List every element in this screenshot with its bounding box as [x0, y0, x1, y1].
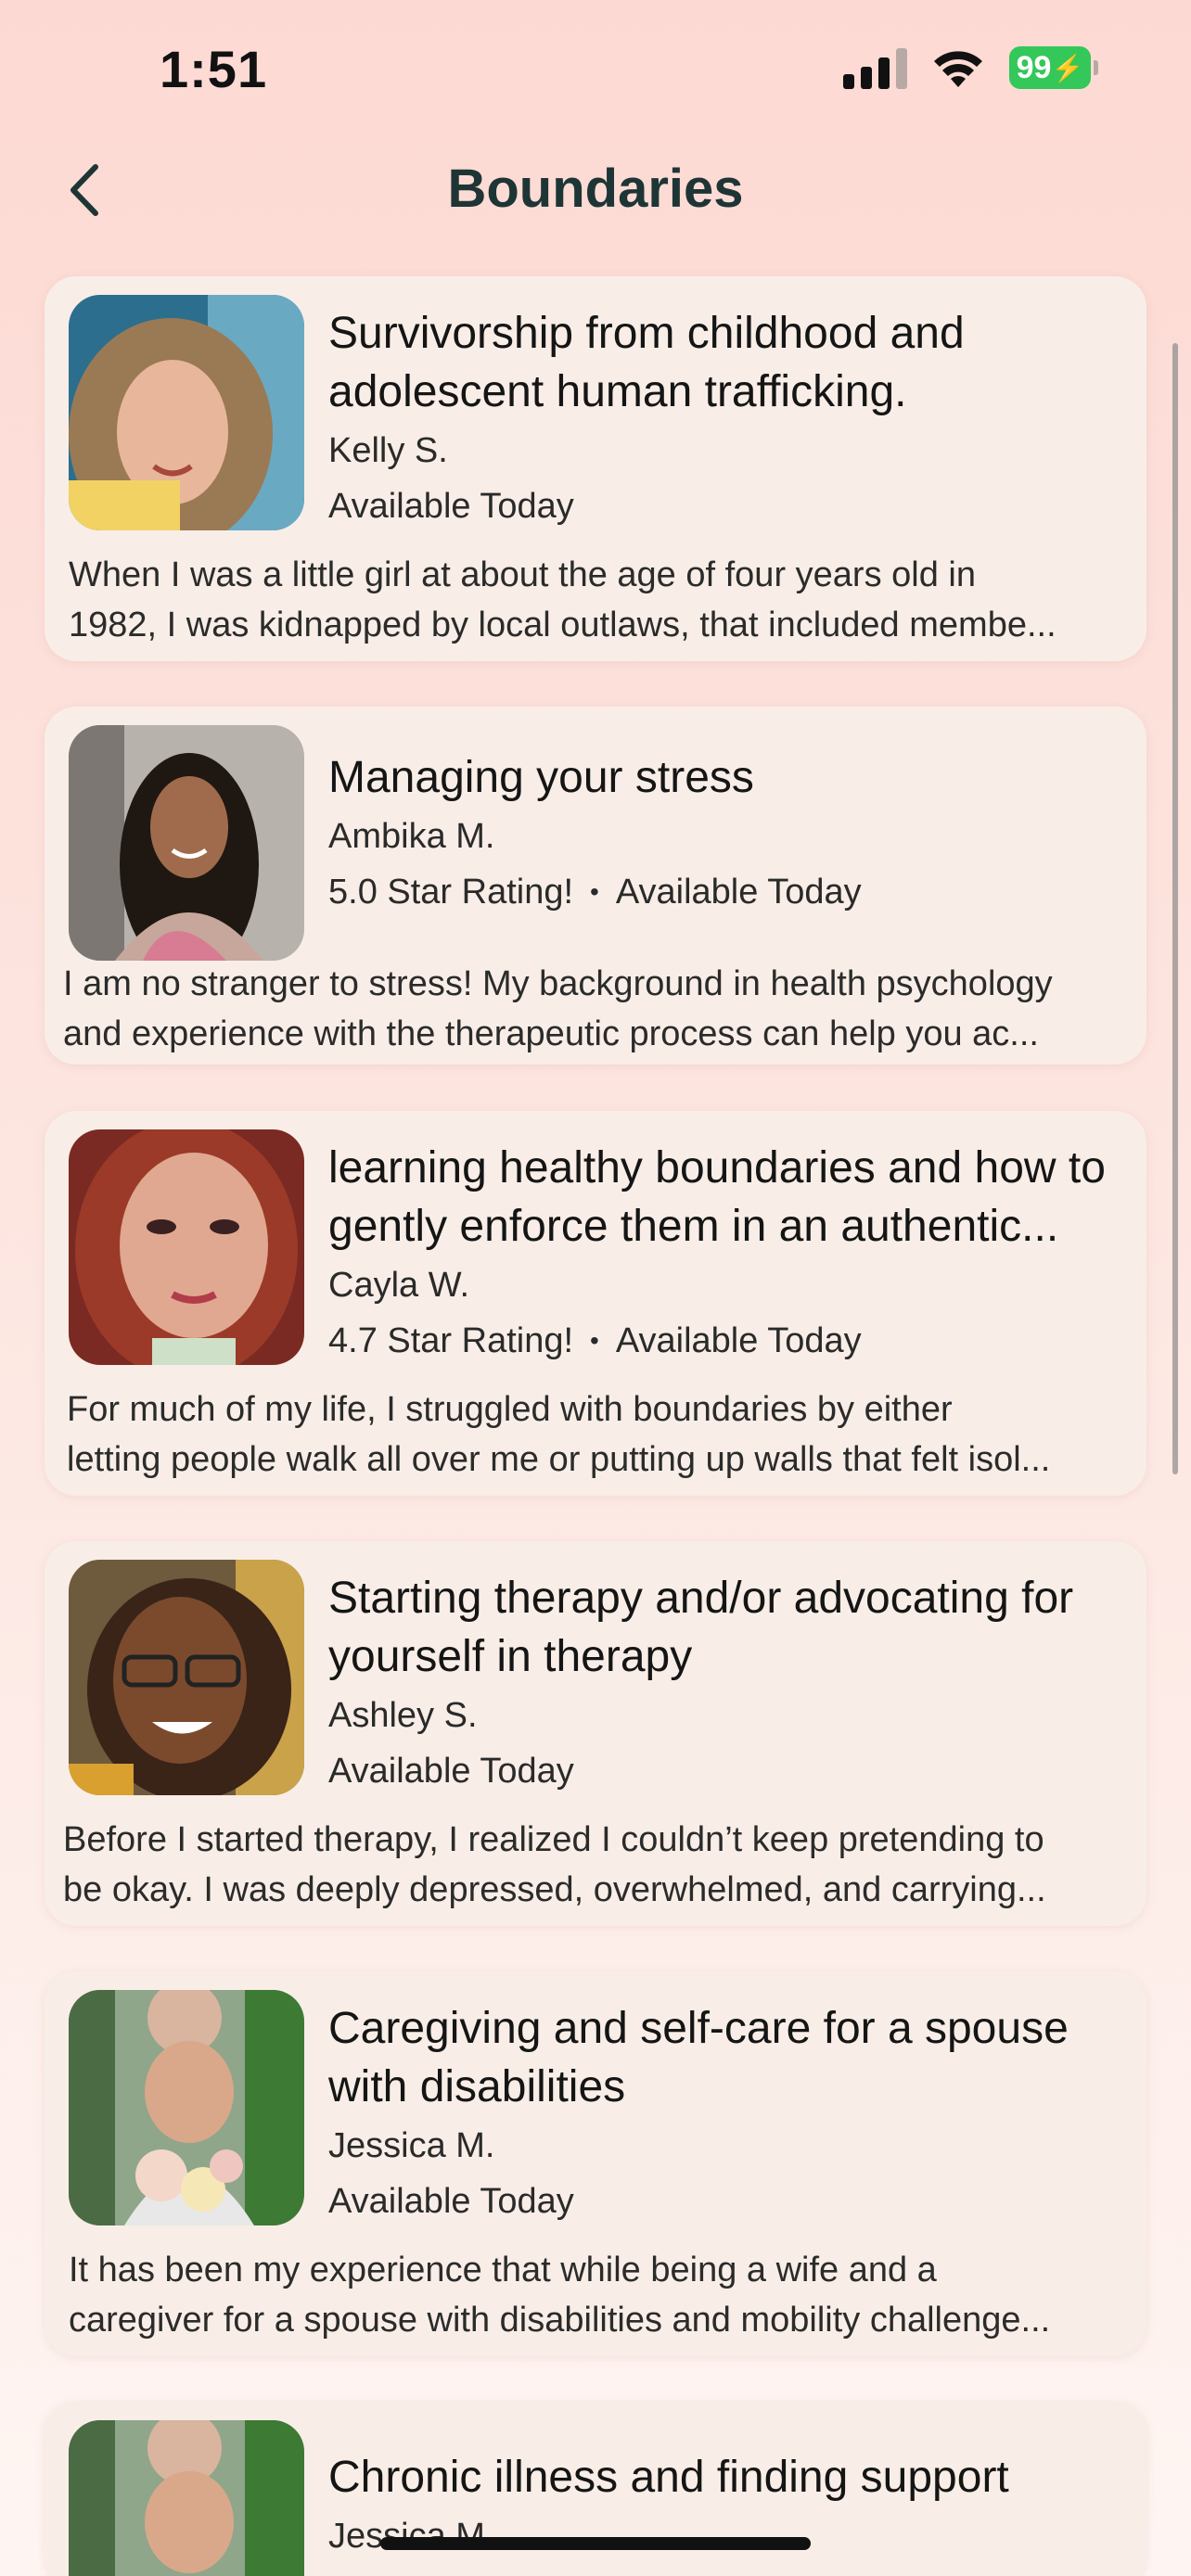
description-line: 1982, I was kidnapped by local outlaws, … [69, 606, 1057, 644]
separator-dot: • [590, 1326, 599, 1355]
availability: Available Today [328, 1752, 574, 1791]
card-title: Starting therapy and/or advocating for y… [328, 1574, 1074, 1681]
list-item[interactable]: Survivorship from childhood and adolesce… [45, 276, 1146, 661]
battery-level: 99 [1016, 49, 1052, 85]
description-line: letting people walk all over me or putti… [67, 1440, 1051, 1479]
author-name: Jessica M. [328, 2517, 495, 2556]
availability: Available Today [615, 1321, 862, 1360]
status-bar: 1:51 99 ⚡ [0, 0, 1191, 139]
description-line: and experience with the therapeutic proc… [63, 1014, 1039, 1053]
card-description: It has been my experience that while bei… [69, 2245, 1139, 2345]
avatar [69, 725, 304, 961]
star-rating: 4.7 Star Rating! [328, 1321, 574, 1360]
card-meta: 4.7 Star Rating! • Available Today [328, 1311, 1143, 1371]
avatar [69, 1129, 304, 1365]
list-item[interactable]: Caregiving and self-care for a spouse wi… [45, 1971, 1146, 2356]
cellular-signal-icon [843, 46, 907, 89]
status-time: 1:51 [160, 40, 268, 98]
nav-header: Boundaries [0, 139, 1191, 241]
description-line: caregiver for a spouse with disabilities… [69, 2301, 1051, 2340]
avatar [69, 1560, 304, 1795]
star-rating: 5.0 Star Rating! [328, 873, 574, 912]
card-meta: 5.0 Star Rating! • Available Today [328, 862, 1143, 922]
card-meta: Available Today [328, 2172, 1143, 2231]
card-title: Chronic illness and finding support [328, 2453, 1009, 2502]
description-line: be okay. I was deeply depressed, overwhe… [63, 1870, 1046, 1909]
list-item[interactable]: Starting therapy and/or advocating for y… [45, 1541, 1146, 1926]
avatar [69, 2420, 304, 2576]
card-description: When I was a little girl at about the ag… [69, 550, 1139, 650]
card-title: Survivorship from childhood and adolesce… [328, 309, 965, 416]
description-line: Before I started therapy, I realized I c… [63, 1820, 1044, 1859]
card-meta: Available Today [328, 477, 1143, 536]
availability: Available Today [615, 873, 862, 912]
card-title: Caregiving and self-care for a spouse wi… [328, 2004, 1069, 2111]
list-item[interactable]: learning healthy boundaries and how to g… [45, 1111, 1146, 1496]
card-meta: Available Today [328, 1741, 1143, 1801]
avatar [69, 1990, 304, 2225]
list-item[interactable]: Managing your stress Ambika M. 5.0 Star … [45, 707, 1146, 1065]
description-line: When I was a little girl at about the ag… [69, 555, 976, 594]
author-name: Ashley S. [328, 1696, 478, 1735]
home-indicator[interactable] [380, 2537, 811, 2550]
description-line: It has been my experience that while bei… [69, 2251, 937, 2289]
avatar [69, 295, 304, 530]
card-title: Managing your stress [328, 753, 754, 802]
author-name: Ambika M. [328, 817, 495, 856]
card-description: Before I started therapy, I realized I c… [63, 1815, 1139, 1915]
description-line: I am no stranger to stress! My backgroun… [63, 964, 1053, 1003]
availability: Available Today [328, 487, 574, 526]
page-title: Boundaries [447, 159, 744, 219]
separator-dot: • [590, 877, 599, 906]
card-description: I am no stranger to stress! My backgroun… [63, 959, 1139, 1059]
status-icons: 99 ⚡ [843, 46, 1098, 89]
availability: Available Today [328, 2182, 574, 2221]
card-description: For much of my life, I struggled with bo… [67, 1384, 1139, 1485]
battery-icon: 99 ⚡ [1009, 46, 1098, 89]
author-name: Jessica M. [328, 2126, 495, 2165]
card-title: learning healthy boundaries and how to g… [328, 1143, 1106, 1251]
author-name: Cayla W. [328, 1266, 470, 1305]
author-name: Kelly S. [328, 431, 448, 470]
scrollbar[interactable] [1172, 343, 1178, 1474]
description-line: For much of my life, I struggled with bo… [67, 1390, 953, 1429]
wifi-icon [934, 51, 982, 87]
